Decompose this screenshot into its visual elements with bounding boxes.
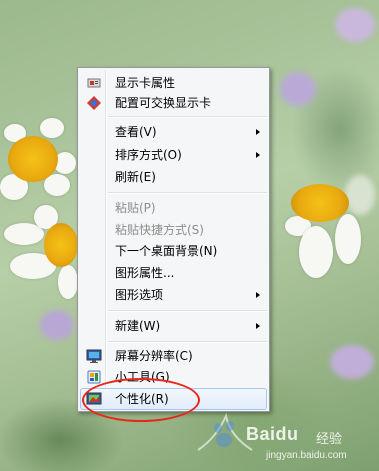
menu-item-label: 新建(W) <box>115 319 161 333</box>
daisy-flower <box>285 182 365 282</box>
menu-item-refresh[interactable]: 刷新(E) <box>80 166 267 188</box>
menu-item-graphics-attributes[interactable]: 图形属性... <box>80 262 267 284</box>
menu-item-label: 查看(V) <box>115 125 157 139</box>
swap-graphics-icon <box>86 95 102 111</box>
graphics-card-icon <box>86 75 102 91</box>
screen-resolution-icon <box>86 348 102 364</box>
menu-item-paste[interactable]: 粘贴(P) <box>80 197 267 219</box>
menu-item-label: 粘贴(P) <box>115 201 156 215</box>
bg-purple-flower <box>330 345 374 379</box>
watermark-logo: Baidu <box>246 424 299 444</box>
watermark-label: 经验 <box>316 432 343 447</box>
menu-item-next-desktop-background[interactable]: 下一个桌面背景(N) <box>80 240 267 262</box>
desktop-context-menu: 显示卡属性 配置可交换显示卡 查看(V) 排序方式(O) 刷新(E) 粘贴(P)… <box>77 67 270 412</box>
submenu-arrow-icon <box>256 323 260 329</box>
desktop-wallpaper[interactable]: 显示卡属性 配置可交换显示卡 查看(V) 排序方式(O) 刷新(E) 粘贴(P)… <box>0 0 379 471</box>
gadgets-icon <box>86 369 102 385</box>
annotation-ellipse <box>82 378 200 422</box>
menu-separator <box>108 341 267 343</box>
menu-item-configure-switchable-graphics[interactable]: 配置可交换显示卡 <box>80 92 267 114</box>
menu-item-label: 显示卡属性 <box>115 76 176 90</box>
menu-item-screen-resolution[interactable]: 屏幕分辨率(C) <box>80 345 267 367</box>
bg-purple-flower <box>335 8 375 42</box>
daisy-flower <box>0 205 80 305</box>
menu-item-label: 下一个桌面背景(N) <box>115 244 218 258</box>
menu-item-label: 配置可交换显示卡 <box>115 96 212 110</box>
menu-item-label: 屏幕分辨率(C) <box>115 349 193 363</box>
bg-purple-flower <box>280 72 316 106</box>
submenu-arrow-icon <box>256 292 260 298</box>
menu-item-label: 刷新(E) <box>115 170 156 184</box>
menu-item-paste-shortcut[interactable]: 粘贴快捷方式(S) <box>80 219 267 241</box>
menu-separator <box>108 310 267 312</box>
menu-separator <box>108 116 267 118</box>
watermark-url: jingyan.baidu.com <box>266 450 347 461</box>
bg-purple-flower <box>40 310 74 340</box>
menu-item-label: 排序方式(O) <box>115 148 182 162</box>
menu-item-view[interactable]: 查看(V) <box>80 121 267 143</box>
menu-item-label: 图形选项 <box>115 288 164 302</box>
submenu-arrow-icon <box>256 129 260 135</box>
menu-item-label: 图形属性... <box>115 266 175 280</box>
daisy-flower <box>0 118 80 208</box>
menu-separator <box>108 192 267 194</box>
menu-item-sort-by[interactable]: 排序方式(O) <box>80 144 267 166</box>
menu-item-graphics-options[interactable]: 图形选项 <box>80 284 267 306</box>
menu-item-label: 粘贴快捷方式(S) <box>115 223 204 237</box>
menu-item-new[interactable]: 新建(W) <box>80 315 267 337</box>
submenu-arrow-icon <box>256 152 260 158</box>
menu-item-graphics-properties[interactable]: 显示卡属性 <box>80 72 267 94</box>
